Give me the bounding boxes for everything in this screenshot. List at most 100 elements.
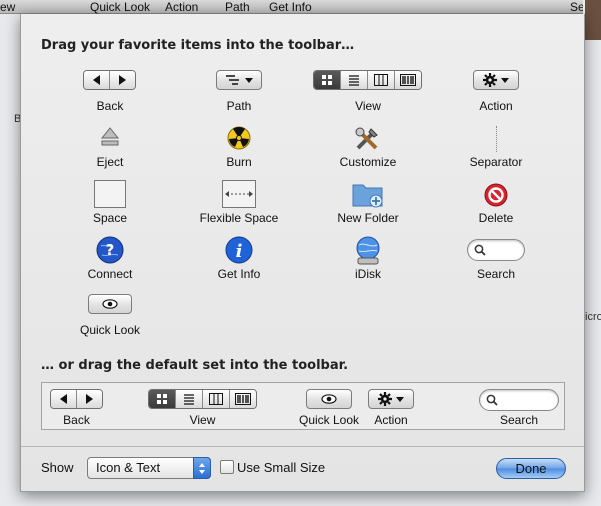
column-view-icon [202, 390, 229, 408]
column-view-icon [367, 71, 394, 89]
eye-icon [321, 394, 337, 404]
use-small-size-checkbox[interactable] [220, 460, 234, 474]
gear-icon [483, 73, 497, 87]
search-icon [474, 244, 486, 256]
item-label: Quick Look [79, 323, 141, 337]
tools-icon [355, 127, 378, 150]
item-label: Action [479, 99, 513, 113]
palette-item-delete[interactable]: Delete [436, 180, 556, 226]
palette-item-space[interactable]: Space [50, 180, 170, 226]
bg-menu-path: Path [225, 0, 250, 14]
search-field [467, 239, 525, 261]
gear-icon [378, 392, 392, 406]
bg-menu-action: Action [165, 0, 199, 14]
show-popup-value: Icon & Text [96, 460, 161, 475]
item-label: Delete [478, 211, 514, 225]
view-segmented-control [313, 70, 422, 90]
item-label: Flexible Space [199, 211, 279, 225]
quick-look-button [88, 294, 132, 314]
item-label: View [355, 99, 381, 113]
search-icon [486, 394, 498, 406]
default-toolbar-set[interactable]: Back View Quick Look Action Search [41, 382, 565, 430]
connect-globe-icon: ? [96, 236, 124, 264]
palette-item-get-info[interactable]: i Get Info [179, 236, 299, 282]
palette-item-flexible-space[interactable]: Flexible Space [179, 180, 299, 226]
palette-item-back[interactable]: Back [50, 70, 170, 116]
search-field [479, 389, 559, 411]
cover-flow-icon [228, 390, 256, 408]
icon-view-icon [149, 390, 176, 408]
default-set-heading: … or drag the default set into the toolb… [41, 358, 349, 373]
cover-flow-icon [393, 71, 421, 89]
separator-line [496, 126, 497, 152]
done-button[interactable]: Done [496, 458, 566, 479]
item-label: Burn [226, 155, 252, 169]
palette-item-idisk[interactable]: iDisk [308, 236, 428, 282]
default-label-search: Search [499, 413, 539, 427]
palette-item-search[interactable]: Search [436, 236, 556, 282]
item-label: New Folder [337, 211, 399, 225]
quick-look-button [306, 389, 352, 409]
item-label: Space [92, 211, 128, 225]
item-label: Search [476, 267, 516, 281]
item-label: Customize [339, 155, 397, 169]
double-arrow-icon [225, 191, 253, 197]
info-icon: i [225, 236, 253, 264]
list-view-icon [175, 390, 202, 408]
delete-icon [484, 183, 508, 207]
burn-icon [227, 126, 251, 150]
default-label-quick-look: Quick Look [298, 413, 360, 427]
new-folder-icon [352, 184, 383, 208]
popup-arrows-icon [193, 457, 211, 479]
palette-item-burn[interactable]: Burn [179, 126, 299, 172]
item-label: Eject [96, 155, 124, 169]
forward-arrow-icon [109, 71, 135, 89]
bg-menu-quick-look: Quick Look [90, 0, 151, 14]
item-label: Path [226, 99, 252, 113]
item-label: iDisk [355, 267, 381, 281]
show-popup[interactable]: Icon & Text [87, 457, 211, 479]
palette-item-view[interactable]: View [308, 70, 428, 116]
back-arrow-icon [51, 390, 77, 408]
back-arrow-icon [84, 71, 110, 89]
customize-toolbar-sheet: Drag your favorite items into the toolba… [20, 14, 585, 492]
palette-item-quick-look[interactable]: Quick Look [50, 294, 170, 340]
palette-item-path[interactable]: Path [179, 70, 299, 116]
palette-item-new-folder[interactable]: New Folder [308, 180, 428, 226]
palette-item-connect[interactable]: ? Connect [50, 236, 170, 282]
eject-icon [100, 127, 120, 146]
palette-item-separator[interactable]: Separator [436, 126, 556, 172]
default-label-view: View [189, 413, 216, 427]
item-label: Back [96, 99, 124, 113]
path-lines-icon [226, 75, 239, 85]
item-label: Connect [87, 267, 133, 281]
use-small-size-label: Use Small Size [237, 460, 326, 475]
background-toolbar: ew Quick Look Action Path Get Info Searc… [0, 0, 601, 14]
item-label: Separator [469, 155, 523, 169]
view-segmented-control [148, 389, 257, 409]
flexible-space-box [222, 180, 256, 208]
back-forward-buttons [83, 70, 136, 90]
show-label: Show [41, 460, 74, 475]
footer-divider [21, 446, 584, 447]
palette-item-eject[interactable]: Eject [50, 126, 170, 172]
gear-popup-button [473, 70, 519, 90]
forward-arrow-icon [76, 390, 102, 408]
bg-edge-label: icro [585, 311, 601, 323]
bg-thumbnail [583, 0, 601, 40]
default-label-action: Action [374, 413, 408, 427]
list-view-icon [340, 71, 367, 89]
svg-text:?: ? [106, 241, 115, 259]
path-popup-button [216, 70, 262, 90]
svg-text:i: i [236, 241, 243, 262]
space-box [94, 180, 126, 208]
palette-heading: Drag your favorite items into the toolba… [41, 38, 355, 53]
item-label: Get Info [217, 267, 261, 281]
bg-menu-get-info: Get Info [269, 0, 312, 14]
back-forward-buttons [50, 389, 103, 409]
palette-item-action[interactable]: Action [436, 70, 556, 116]
icon-view-icon [314, 71, 341, 89]
palette-item-customize[interactable]: Customize [308, 126, 428, 172]
default-label-back: Back [63, 413, 90, 427]
idisk-icon [356, 236, 380, 265]
